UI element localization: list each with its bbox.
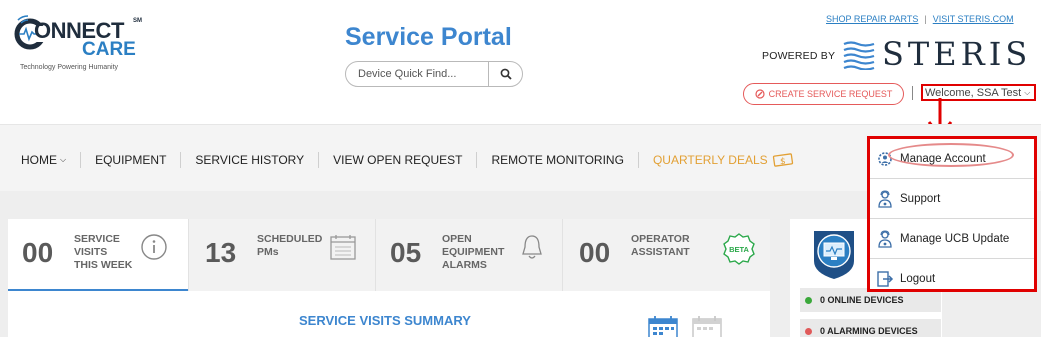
create-service-request-button[interactable]: CREATE SERVICE REQUEST	[743, 83, 904, 105]
welcome-label: Welcome, SSA Test	[925, 86, 1022, 99]
calendar-view-icon[interactable]	[648, 315, 678, 337]
menu-item-support[interactable]: Support	[870, 179, 1034, 219]
stat-value: 00	[22, 237, 54, 268]
chevron-down-icon: ⌵	[60, 155, 67, 164]
nav-divider	[637, 152, 639, 168]
search-icon	[500, 68, 512, 80]
alarming-devices-row[interactable]: 0 ALARMING DEVICES	[800, 319, 941, 337]
steris-brand: STERIS	[882, 35, 1032, 73]
nav-item-remote-monitoring[interactable]: REMOTE MONITORING	[491, 153, 623, 167]
logo-tagline: Technology Powering Humanity	[20, 64, 119, 71]
stat-open-alarms[interactable]: 05 OPEN EQUIPMENT ALARMS	[376, 219, 562, 291]
page-title: Service Portal	[345, 23, 512, 51]
stat-scheduled-pms[interactable]: 13 SCHEDULED PMs	[189, 219, 375, 291]
stat-label-line: SCHEDULED	[257, 233, 323, 245]
stat-label-line: ALARMS	[442, 259, 487, 271]
menu-item-label: Logout	[900, 273, 936, 285]
stat-label-line: VISITS	[74, 246, 108, 258]
chevron-down-icon: ⌵	[1024, 87, 1031, 97]
nav-items: HOME ⌵ EQUIPMENT SERVICE HISTORY VIEW OP…	[21, 152, 796, 168]
visit-steris-link[interactable]: VISIT STERIS.COM	[933, 14, 1014, 24]
monitor-shield-icon	[814, 231, 854, 279]
stat-label-line: THIS WEEK	[74, 259, 133, 271]
stat-operator-assistant[interactable]: 00 OPERATOR ASSISTANT BETA	[563, 219, 770, 291]
nav-item-label: QUARTERLY DEALS	[652, 153, 768, 167]
nav-item-label: HOME	[21, 153, 57, 167]
calendar-icon	[330, 235, 356, 260]
svg-text:$: $	[780, 157, 786, 167]
stat-label-line: PMs	[257, 246, 279, 258]
bell-icon	[522, 235, 542, 259]
user-menu-dropdown: Manage Account Support Manage UCB Update…	[867, 136, 1037, 292]
menu-item-label: Manage Account	[900, 152, 986, 165]
stat-value: 05	[390, 237, 422, 268]
service-visits-summary-title: SERVICE VISITS SUMMARY	[299, 313, 471, 328]
create-service-request-label: CREATE SERVICE REQUEST	[768, 89, 893, 99]
nav-item-equipment[interactable]: EQUIPMENT	[95, 153, 166, 167]
alarming-devices-label: 0 ALARMING DEVICES	[820, 326, 918, 336]
stat-label: OPERATOR ASSISTANT	[631, 233, 690, 259]
stat-label-line: ASSISTANT	[631, 246, 690, 258]
beta-badge-icon: BETA	[723, 233, 755, 265]
stat-label-line: SERVICE	[74, 233, 120, 245]
steris-logo-mark-icon	[843, 41, 875, 70]
logout-icon	[877, 271, 894, 287]
support-person-icon	[878, 229, 892, 248]
beta-badge-text: BETA	[729, 245, 749, 254]
logo-text-care: CARE	[82, 39, 136, 60]
shop-repair-parts-link[interactable]: SHOP REPAIR PARTS	[826, 14, 918, 24]
stat-label-line: OPEN	[442, 233, 472, 245]
wrench-icon	[755, 89, 765, 99]
nav-item-quarterly-deals[interactable]: QUARTERLY DEALS $	[653, 152, 796, 168]
menu-item-label: Support	[900, 192, 941, 205]
link-separator: |	[924, 14, 927, 24]
stat-label: OPEN EQUIPMENT ALARMS	[442, 233, 504, 272]
list-view-icon[interactable]	[692, 315, 722, 337]
nav-item-home[interactable]: HOME ⌵	[21, 153, 66, 167]
user-menu-toggle[interactable]: Welcome, SSA Test ⌵	[921, 84, 1036, 101]
info-icon	[141, 234, 167, 260]
nav-divider	[476, 152, 478, 168]
header-divider	[912, 86, 913, 100]
powered-by-label: POWERED BY	[762, 50, 836, 62]
menu-item-logout[interactable]: Logout	[870, 259, 1034, 299]
connect-care-logo[interactable]: ONNECT SM CARE Technology Powering Human…	[12, 12, 152, 74]
money-icon: $	[772, 153, 793, 167]
search-button[interactable]	[488, 62, 522, 86]
stat-value: 13	[205, 237, 237, 268]
alarming-status-dot	[805, 327, 812, 335]
logo-service-mark: SM	[133, 18, 142, 24]
menu-item-label: Manage UCB Update	[900, 232, 1010, 245]
stat-value: 00	[579, 237, 611, 268]
nav-divider	[318, 152, 320, 168]
menu-item-manage-account[interactable]: Manage Account	[870, 139, 1034, 179]
online-status-dot	[805, 296, 812, 304]
stat-label-line: OPERATOR	[631, 233, 690, 245]
top-links: SHOP REPAIR PARTS | VISIT STERIS.COM	[826, 14, 1014, 24]
stat-label: SERVICE VISITS THIS WEEK	[74, 233, 132, 272]
nav-item-view-open-request[interactable]: VIEW OPEN REQUEST	[333, 153, 462, 167]
menu-item-manage-ucb-update[interactable]: Manage UCB Update	[870, 219, 1034, 259]
nav-divider	[180, 152, 182, 168]
nav-item-service-history[interactable]: SERVICE HISTORY	[195, 153, 304, 167]
search-input[interactable]	[347, 63, 488, 85]
device-quick-find	[345, 61, 523, 87]
stat-service-visits[interactable]: 00 SERVICE VISITS THIS WEEK	[8, 219, 188, 291]
support-person-icon	[878, 189, 892, 208]
nav-divider	[80, 152, 82, 168]
stat-label: SCHEDULED PMs	[257, 233, 322, 259]
gear-person-icon	[878, 151, 892, 166]
stat-label-line: EQUIPMENT	[442, 246, 505, 258]
